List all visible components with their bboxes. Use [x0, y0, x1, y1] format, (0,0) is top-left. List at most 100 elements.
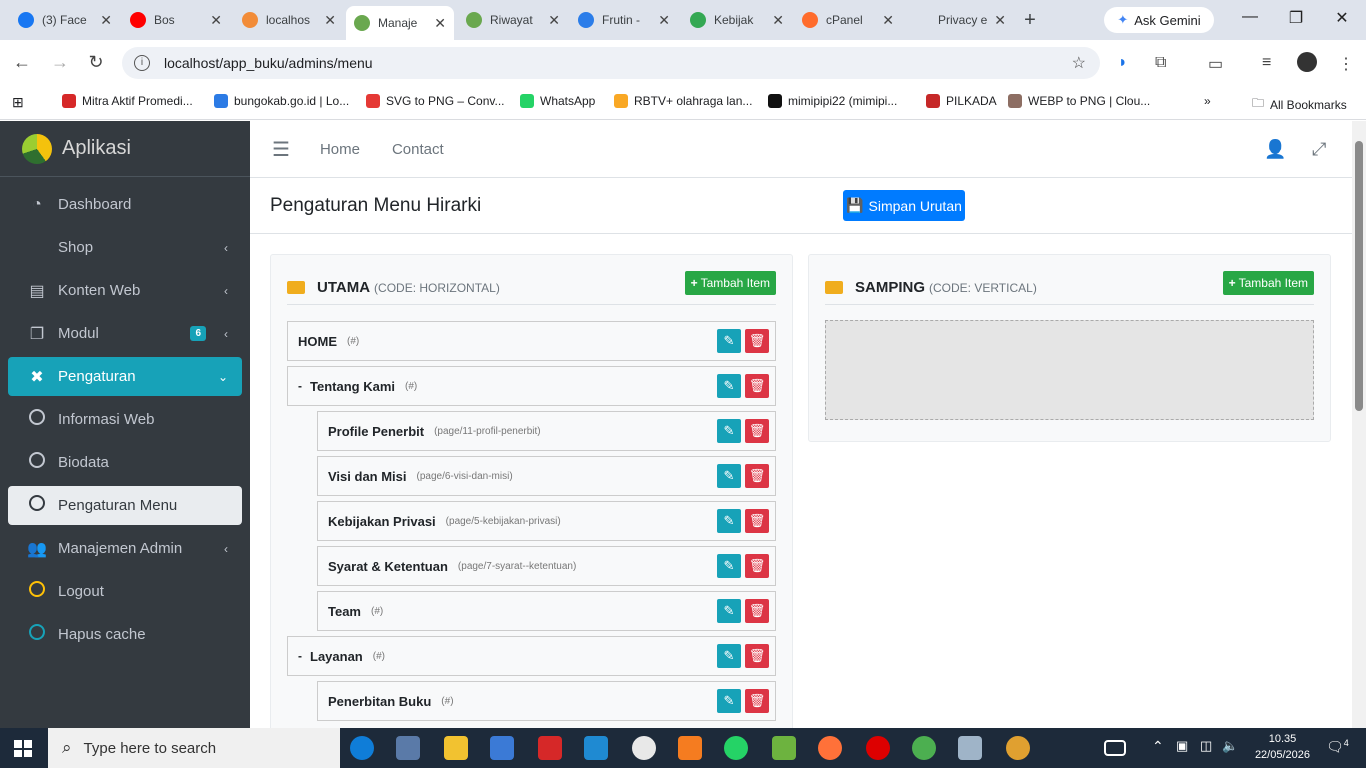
sidebar-item[interactable]: Shop ‹	[8, 228, 242, 267]
network-icon[interactable]: ▣	[1176, 738, 1188, 754]
site-info-icon[interactable]: i	[134, 55, 150, 71]
reload-icon[interactable]: ↻	[84, 52, 108, 73]
tray-chevron-icon[interactable]: ⌃	[1152, 738, 1164, 755]
edge-icon[interactable]	[350, 736, 374, 760]
minimize-button[interactable]: —	[1230, 8, 1270, 32]
bookmark-item[interactable]: RBTV+ olahraga lan...	[614, 94, 752, 108]
bookmark-item[interactable]: mimipipi22 (mimipi...	[768, 94, 897, 108]
extensions-icon[interactable]: ⧉	[1155, 54, 1166, 72]
file-explorer-icon[interactable]	[444, 736, 468, 760]
nav-contact-link[interactable]: Contact	[392, 141, 444, 158]
bookmark-item[interactable]: SVG to PNG – Conv...	[366, 94, 505, 108]
trash-icon[interactable]: 🗑	[745, 644, 769, 668]
browser-tab[interactable]: Manaje ✕	[346, 6, 454, 40]
scrollbar-thumb[interactable]	[1355, 141, 1363, 411]
chrome-profile-icon[interactable]	[912, 736, 936, 760]
tab-close-icon[interactable]: ✕	[994, 12, 1006, 29]
add-item-samping-button[interactable]: + Tambah Item	[1222, 271, 1314, 295]
notification-icon[interactable]: 🗨4	[1326, 738, 1349, 756]
trash-icon[interactable]: 🗑	[745, 419, 769, 443]
computer-icon[interactable]	[396, 736, 420, 760]
maximize-button[interactable]: ❐	[1276, 8, 1316, 32]
tab-close-icon[interactable]: ✕	[772, 12, 784, 29]
sidebar-item[interactable]: 👥 Manajemen Admin ‹	[8, 529, 242, 568]
browser-tab[interactable]: (3) Face ✕	[10, 4, 120, 36]
opera-icon[interactable]	[866, 736, 890, 760]
sidebar-item[interactable]: Hapus cache	[8, 615, 242, 654]
forward-icon[interactable]: →	[48, 52, 72, 73]
tab-close-icon[interactable]: ✕	[434, 15, 446, 32]
browser-tab[interactable]: Bos ✕	[122, 4, 230, 36]
trash-icon[interactable]: 🗑	[745, 464, 769, 488]
trash-icon[interactable]: 🗑	[745, 509, 769, 533]
brand[interactable]: Aplikasi	[0, 121, 250, 177]
apps-grid-icon[interactable]: ⊞	[12, 94, 24, 111]
browser-tab[interactable]: localhos ✕	[234, 4, 344, 36]
tab-close-icon[interactable]: ✕	[548, 12, 560, 29]
sidebar-item[interactable]: Pengaturan Menu	[8, 486, 242, 525]
edit-icon[interactable]: ✎	[717, 329, 741, 353]
bookmark-item[interactable]: bungokab.go.id | Lo...	[214, 94, 349, 108]
bookmark-item[interactable]: PILKADA	[926, 94, 997, 108]
volume-icon[interactable]: 🔈	[1222, 738, 1238, 754]
bookmarks-overflow-icon[interactable]: »	[1204, 94, 1211, 108]
tab-close-icon[interactable]: ✕	[882, 12, 894, 29]
sidebar-item[interactable]: ❐ Modul 6 ‹	[8, 314, 242, 353]
whatsapp-icon[interactable]	[724, 736, 748, 760]
xampp-icon[interactable]	[678, 736, 702, 760]
new-tab-button[interactable]: +	[1016, 6, 1044, 34]
edit-icon[interactable]: ✎	[717, 599, 741, 623]
paint-icon[interactable]	[958, 736, 982, 760]
menu-tree-item[interactable]: Visi dan Misi (page/6-visi-dan-misi) ✎ 🗑	[317, 456, 776, 496]
extension-wave-icon[interactable]: ◗	[1118, 54, 1128, 72]
tab-close-icon[interactable]: ✕	[658, 12, 670, 29]
chrome-canary-icon[interactable]	[1006, 736, 1030, 760]
bookmark-item[interactable]: WEBP to PNG | Clou...	[1008, 94, 1150, 108]
nav-home-link[interactable]: Home	[320, 141, 360, 158]
bookmark-item[interactable]: WhatsApp	[520, 94, 595, 108]
chrome-icon[interactable]	[632, 736, 656, 760]
wps-icon[interactable]	[538, 736, 562, 760]
menu-tree-item[interactable]: - Tentang Kami (#) ✎ 🗑	[287, 366, 776, 406]
media-icon[interactable]: ≡	[1262, 54, 1271, 72]
sidebar-item[interactable]: Informasi Web	[8, 400, 242, 439]
browser-tab[interactable]: Kebijak ✕	[682, 4, 792, 36]
menu-tree-item[interactable]: HOME (#) ✎ 🗑	[287, 321, 776, 361]
edit-icon[interactable]: ✎	[717, 554, 741, 578]
store-icon[interactable]	[490, 736, 514, 760]
edit-icon[interactable]: ✎	[717, 644, 741, 668]
edit-icon[interactable]: ✎	[717, 689, 741, 713]
windows-start-icon[interactable]	[14, 740, 32, 757]
collapse-icon[interactable]: -	[298, 649, 302, 663]
wifi-icon[interactable]: ◫	[1200, 738, 1212, 754]
all-bookmarks-button[interactable]: 🗀 All Bookmarks	[1252, 94, 1347, 115]
menu-tree-item[interactable]: Kebijakan Privasi (page/5-kebijakan-priva…	[317, 501, 776, 541]
tab-close-icon[interactable]: ✕	[210, 12, 222, 29]
menu-kebab-icon[interactable]: ⋮	[1338, 54, 1354, 74]
sidebar-item[interactable]: ✖ Pengaturan ⌄	[8, 357, 242, 396]
save-order-button[interactable]: 💾 Simpan Urutan	[843, 190, 965, 221]
browser-tab[interactable]: Privacy erro ✕	[906, 4, 1014, 36]
url-bar[interactable]: i localhost/app_buku/admins/menu ☆	[122, 47, 1100, 79]
menu-tree-item[interactable]: Syarat & Ketentuan (page/7-syarat--ketent…	[317, 546, 776, 586]
menu-tree-item[interactable]: Team (#) ✎ 🗑	[317, 591, 776, 631]
firefox-icon[interactable]	[818, 736, 842, 760]
browser-tab[interactable]: cPanel ✕	[794, 4, 902, 36]
trash-icon[interactable]: 🗑	[745, 599, 769, 623]
tab-close-icon[interactable]: ✕	[324, 12, 336, 29]
browser-tab[interactable]: Frutin - ✕	[570, 4, 678, 36]
fullscreen-icon[interactable]: ⤢	[1312, 139, 1326, 160]
menu-tree-item[interactable]: Penerbitan Buku (#) ✎ 🗑	[317, 681, 776, 721]
edit-icon[interactable]: ✎	[717, 374, 741, 398]
hamburger-icon[interactable]: ☰	[272, 137, 290, 162]
browser-tab[interactable]: Riwayat ✕	[458, 4, 568, 36]
edit-icon[interactable]: ✎	[717, 509, 741, 533]
ask-gemini-button[interactable]: ✦ Ask Gemini	[1104, 7, 1214, 33]
trash-icon[interactable]: 🗑	[745, 689, 769, 713]
edit-icon[interactable]: ✎	[717, 419, 741, 443]
page-scrollbar[interactable]	[1352, 121, 1366, 728]
cast-icon[interactable]: ▭	[1208, 54, 1223, 74]
user-icon[interactable]: 👤	[1264, 139, 1286, 160]
profile-avatar-icon[interactable]	[1297, 52, 1317, 72]
edit-icon[interactable]: ✎	[717, 464, 741, 488]
